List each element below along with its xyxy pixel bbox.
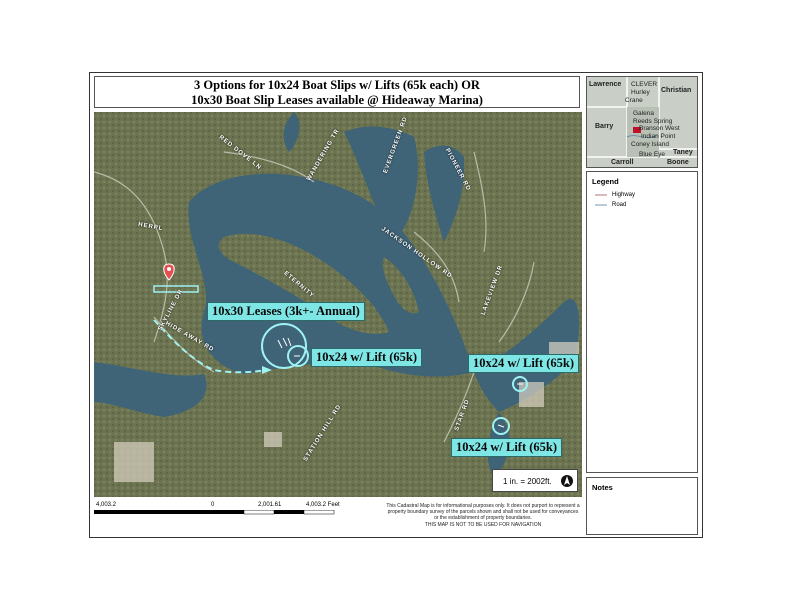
callout-lift-b: 10x24 w/ Lift (65k) xyxy=(468,354,580,373)
legend-panel: Legend Highway Road xyxy=(586,171,698,473)
legend-title: Legend xyxy=(592,177,619,186)
notes-panel: Notes xyxy=(586,477,698,535)
scale-bar-graphic xyxy=(94,510,335,515)
scale-tick-right: 4,003.2 Feet xyxy=(306,502,340,508)
inset-county-taney: Taney xyxy=(673,149,693,156)
inset-county-barry: Barry xyxy=(595,123,614,130)
inset-town-reeds-spring: Reeds Spring xyxy=(633,118,673,125)
scale-tick-zero: 0 xyxy=(211,502,215,508)
navigation-warning: THIS MAP IS NOT TO BE USED FOR NAVIGATIO… xyxy=(424,522,542,528)
inset-town-hurley: Hurley xyxy=(631,89,650,96)
inset-town-branson-west: Branson West xyxy=(639,125,680,132)
north-arrow-icon xyxy=(561,475,573,487)
inset-county-carroll: Carroll xyxy=(611,159,634,166)
scale-text: 1 in. = 2002ft. xyxy=(503,477,552,486)
scale-box: 1 in. = 2002ft. xyxy=(492,469,578,492)
scale-tick-mid: 2,001.61 xyxy=(258,502,282,508)
inset-county-lawrence: Lawrence xyxy=(589,81,622,88)
title-line-2: 10x30 Boat Slip Leases available @ Hidea… xyxy=(191,93,483,107)
callout-lift-a: 10x24 w/ Lift (65k) xyxy=(311,348,423,367)
map-title: 3 Options for 10x24 Boat Slips w/ Lifts … xyxy=(94,76,580,108)
callout-lift-c: 10x24 w/ Lift (65k) xyxy=(451,438,563,457)
callout-leases: 10x30 Leases (3k+- Annual) xyxy=(207,302,365,321)
inset-town-blue-eye: Blue Eye xyxy=(639,151,666,158)
legend-item-highway: Highway xyxy=(595,190,692,200)
aerial-map[interactable]: HERPL RED DOVE LN WANDERING TR EVERGREEN… xyxy=(94,112,582,497)
legend-item-road: Road xyxy=(595,200,692,210)
inset-town-clever: CLEVER xyxy=(631,81,658,88)
scale-bar: 4,003.2 0 2,001.61 4,003.2 Feet xyxy=(94,500,434,536)
inset-town-galena: Galena xyxy=(633,110,654,117)
map-disclaimer: This Cadastral Map is for informational … xyxy=(385,503,581,528)
legend-item-label: Road xyxy=(612,202,627,208)
road-swatch-icon xyxy=(595,204,607,206)
scale-tick-left: 4,003.2 xyxy=(96,502,117,508)
inset-county-boone: Boone xyxy=(667,159,689,166)
inset-town-coney-island: Coney Island xyxy=(631,141,669,148)
inset-county-christian: Christian xyxy=(661,87,692,94)
notes-title: Notes xyxy=(592,483,613,492)
locator-inset-map[interactable]: Lawrence CLEVER Hurley Christian Crane G… xyxy=(586,76,698,168)
inset-town-indian-point: Indian Point xyxy=(641,133,676,140)
disclaimer-text: This Cadastral Map is for informational … xyxy=(386,503,580,521)
legend-item-label: Highway xyxy=(612,192,636,198)
highway-swatch-icon xyxy=(595,194,607,196)
inset-town-crane: Crane xyxy=(625,97,643,104)
title-line-1: 3 Options for 10x24 Boat Slips w/ Lifts … xyxy=(194,78,480,92)
